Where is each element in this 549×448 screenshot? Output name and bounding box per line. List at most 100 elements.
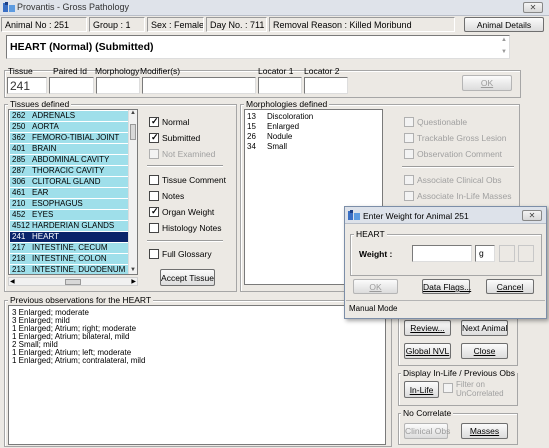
tissue-list-item[interactable]: 210 ESOPHAGUS xyxy=(10,199,129,209)
scroll-up-icon: ▲ xyxy=(501,37,507,43)
tissue-list-item[interactable]: 287 THORACIC CAVITY xyxy=(10,166,129,176)
not-examined-checkbox[interactable] xyxy=(149,149,159,159)
tissue-name: THORACIC CAVITY xyxy=(32,166,105,175)
weight-unit-field: g xyxy=(475,245,495,262)
window-close-button[interactable]: ✕ xyxy=(523,2,543,13)
review-button[interactable]: Review... xyxy=(404,320,451,336)
tissue-list-item[interactable]: 306 CLITORAL GLAND xyxy=(10,177,129,187)
scroll-thumb[interactable] xyxy=(130,124,136,140)
dialog-ok-button[interactable]: OK xyxy=(353,279,398,294)
clinical-obs-button[interactable]: Clinical Obs xyxy=(404,423,450,439)
tissue-code: 213 xyxy=(12,265,26,274)
tissue-name: INTESTINE, CECUM xyxy=(32,243,108,252)
tissue-list-item[interactable]: 217 INTESTINE, CECUM xyxy=(10,243,129,253)
tissue-list-item[interactable]: 250 AORTA xyxy=(10,122,129,132)
morphology-list-item[interactable]: 15 Enlarged xyxy=(247,122,299,131)
tissue-code-field[interactable]: 241 xyxy=(7,77,47,94)
morphology-code: 13 xyxy=(247,112,256,121)
morphology-name: Nodule xyxy=(267,132,293,141)
filter-uncorrelated-checkbox[interactable] xyxy=(443,383,453,393)
morphology-label: Morphology xyxy=(95,66,140,76)
tissue-list-item[interactable]: 241 HEART xyxy=(10,232,129,242)
ok-button[interactable]: OK xyxy=(462,75,512,91)
histology-notes-checkbox[interactable] xyxy=(149,223,159,233)
tissue-list-item[interactable]: 4512 HARDERIAN GLANDS xyxy=(10,221,129,231)
tissue-name: HEART xyxy=(32,232,59,241)
global-nvl-button[interactable]: Global NVL xyxy=(404,343,451,359)
locator1-label: Locator 1 xyxy=(258,66,294,76)
tissue-hscrollbar[interactable]: ◀ ▶ xyxy=(8,277,138,286)
masses-button[interactable]: Masses xyxy=(461,423,508,439)
associate-clinical-obs-checkbox[interactable] xyxy=(404,175,414,185)
tissue-code: 262 xyxy=(12,111,26,120)
morphologies-defined-label: Morphologies defined xyxy=(244,99,330,109)
locator1-field[interactable] xyxy=(258,77,302,94)
tissue-code-value: 241 xyxy=(10,79,31,93)
paired-id-label: Paired Id xyxy=(53,66,88,76)
morphology-list-item[interactable]: 34 Small xyxy=(247,142,287,151)
tissue-code: 287 xyxy=(12,166,26,175)
full-glossary-checkbox[interactable] xyxy=(149,249,159,259)
associate-inlife-masses-checkbox[interactable] xyxy=(404,191,414,201)
morphology-list-item[interactable]: 13 Discoloration xyxy=(247,112,313,121)
scroll-up-arrow-icon[interactable]: ▲ xyxy=(130,110,136,116)
morphology-field[interactable] xyxy=(96,77,140,94)
tissue-list[interactable]: 262 ADRENALS 250 AORTA 362 FEMORO-TIBIAL JOIN… xyxy=(8,109,138,275)
tissue-code: 4512 xyxy=(12,221,30,230)
display-inlife-label: Display In-Life / Previous Obs xyxy=(401,368,517,378)
histology-notes-label: Histology Notes xyxy=(162,223,222,233)
close-button[interactable]: Close xyxy=(461,343,508,359)
paired-id-field[interactable] xyxy=(49,77,94,94)
morphology-code: 15 xyxy=(247,122,256,131)
data-flags-button[interactable]: Data Flags... xyxy=(422,279,471,294)
scroll-right-arrow-icon[interactable]: ▶ xyxy=(131,278,136,285)
tissue-list-item[interactable]: 461 EAR xyxy=(10,188,129,198)
no-correlate-label: No Correlate xyxy=(401,408,454,418)
tissue-list-item[interactable]: 452 EYES xyxy=(10,210,129,220)
trackable-gross-lesion-checkbox[interactable] xyxy=(404,133,414,143)
removal-reason: Removal Reason : Killed Moribund xyxy=(269,17,455,32)
animal-info-bar: Animal No : 251 Group : 1 Sex : Female D… xyxy=(1,17,548,33)
dialog-status-text: Manual Mode xyxy=(349,304,398,313)
next-animal-button[interactable]: Next Animal xyxy=(461,320,508,336)
group-number: Group : 1 xyxy=(89,17,145,32)
dialog-cancel-button[interactable]: Cancel xyxy=(486,279,534,294)
accept-tissue-button[interactable]: Accept Tissue xyxy=(160,269,215,286)
tissue-list-scrollbar[interactable]: ▲ ▼ xyxy=(128,110,137,274)
tissue-list-item[interactable]: 362 FEMORO-TIBIAL JOINT xyxy=(10,133,129,143)
sex-value: Sex : Female xyxy=(147,17,204,32)
animal-details-button[interactable]: Animal Details xyxy=(464,17,544,32)
trackable-gross-lesion-label: Trackable Gross Lesion xyxy=(417,133,507,143)
questionable-checkbox[interactable] xyxy=(404,117,414,127)
tissue-list-item[interactable]: 218 INTESTINE, COLON xyxy=(10,254,129,264)
tissue-name: EAR xyxy=(32,188,49,197)
tissue-comment-checkbox[interactable] xyxy=(149,175,159,185)
normal-checkbox[interactable] xyxy=(149,116,159,127)
tissue-list-item[interactable]: 213 INTESTINE, DUODENUM xyxy=(10,265,129,274)
submitted-checkbox[interactable] xyxy=(149,132,159,143)
tissue-list-item[interactable]: 401 BRAIN xyxy=(10,144,129,154)
dialog-close-button[interactable]: ✕ xyxy=(522,210,542,221)
hscroll-thumb[interactable] xyxy=(65,279,81,285)
scroll-down-arrow-icon[interactable]: ▼ xyxy=(130,267,136,273)
morphology-list-item[interactable]: 26 Nodule xyxy=(247,132,292,141)
locator2-field[interactable] xyxy=(304,77,348,94)
observation-comment-checkbox[interactable] xyxy=(404,149,414,159)
inlife-button[interactable]: In-Life xyxy=(404,381,439,398)
tissue-label: Tissue xyxy=(8,66,33,76)
tissue-list-item[interactable]: 285 ABDOMINAL CAVITY xyxy=(10,155,129,165)
tissue-name: BRAIN xyxy=(32,144,57,153)
modifiers-field[interactable] xyxy=(142,77,256,94)
organ-weight-label: Organ Weight xyxy=(162,207,215,217)
notes-checkbox[interactable] xyxy=(149,191,159,201)
tissue-name: CLITORAL GLAND xyxy=(32,177,101,186)
previous-observations-list[interactable]: 3 Enlarged; moderate 3 Enlarged; mild 1 En… xyxy=(8,305,386,445)
organ-weight-checkbox[interactable] xyxy=(149,206,159,217)
tissue-name: FEMORO-TIBIAL JOINT xyxy=(32,133,120,142)
tissue-code: 250 xyxy=(12,122,26,131)
tissue-list-item[interactable]: 262 ADRENALS xyxy=(10,111,129,121)
normal-label: Normal xyxy=(162,117,190,127)
questionable-label: Questionable xyxy=(417,117,468,127)
weight-input[interactable] xyxy=(412,245,472,262)
scroll-left-arrow-icon[interactable]: ◀ xyxy=(10,278,15,285)
